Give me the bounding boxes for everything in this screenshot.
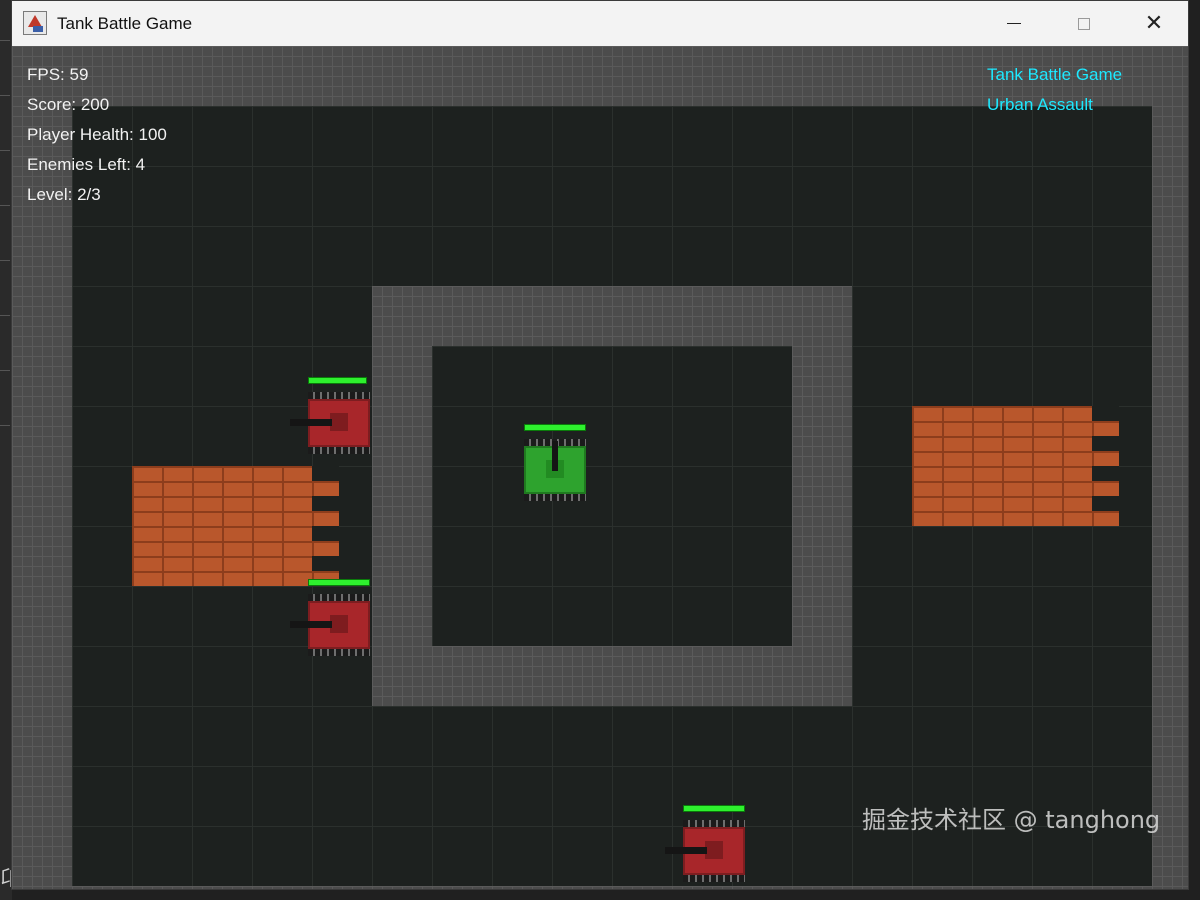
stone-wall-bottom: [372, 646, 852, 706]
brick-wall-right: [912, 406, 1119, 526]
hud-stats: FPS: 59 Score: 200 Player Health: 100 En…: [27, 60, 167, 210]
desktop-tick: [0, 95, 10, 96]
desktop-tick: [0, 40, 10, 41]
watermark: 掘金技术社区 @ tanghong: [862, 806, 1161, 834]
enemy-tank: [665, 805, 745, 882]
game-title: Tank Battle Game: [987, 65, 1123, 84]
tank-turret: [330, 615, 348, 633]
tank-tread: [683, 875, 745, 882]
tank-barrel: [290, 419, 332, 426]
fps-readout: FPS: 59: [27, 65, 89, 84]
desktop-tick: [0, 315, 10, 316]
brick-notch: [1092, 436, 1119, 451]
brick-notch: [312, 496, 339, 511]
desktop-tick: [0, 260, 10, 261]
window-title: Tank Battle Game: [57, 14, 193, 33]
stone-wall-right: [792, 346, 852, 646]
health-bar: [308, 579, 370, 586]
hud-title: Tank Battle Game Urban Assault: [987, 60, 1122, 120]
health-bar: [308, 377, 367, 384]
brick-wall-left: [132, 466, 339, 586]
tank-tread: [524, 494, 586, 501]
stage-name: Urban Assault: [987, 95, 1093, 114]
stone-wall-left: [372, 346, 432, 646]
game-window: Tank Battle Game ✕ FPS: 59 Score: 200 Pl…: [11, 0, 1189, 890]
tank-tread: [308, 447, 370, 454]
tank-barrel: [665, 847, 707, 854]
tank-tread: [308, 392, 370, 399]
tank-turret: [330, 413, 348, 431]
minimize-icon: [1007, 23, 1021, 24]
tank-barrel: [552, 441, 558, 471]
tank-barrel: [290, 621, 332, 628]
tank-tread: [308, 594, 370, 601]
desktop-tick: [0, 425, 10, 426]
score-readout: Score: 200: [27, 95, 110, 114]
player-tank: [524, 424, 586, 501]
brick-notch: [312, 556, 339, 571]
maximize-button[interactable]: [1061, 1, 1107, 46]
enemies-left-readout: Enemies Left: 4: [27, 155, 146, 174]
game-canvas[interactable]: FPS: 59 Score: 200 Player Health: 100 En…: [12, 46, 1188, 889]
minimize-button[interactable]: [991, 1, 1037, 46]
close-icon: ✕: [1144, 11, 1164, 36]
enemy-tank: [290, 579, 370, 656]
stone-wall-top: [372, 286, 852, 346]
brick-notch: [1092, 466, 1119, 481]
desktop-tick: [0, 150, 10, 151]
level-readout: Level: 2/3: [27, 185, 101, 204]
health-bar: [683, 805, 745, 812]
close-button[interactable]: ✕: [1131, 1, 1177, 46]
brick-notch: [312, 526, 339, 541]
desktop-tick: [0, 370, 10, 371]
brick-notch: [312, 466, 339, 481]
desktop-tick: [0, 205, 10, 206]
tank-tread: [308, 649, 370, 656]
health-bar: [524, 424, 586, 431]
brick-notch: [1092, 496, 1119, 511]
maximize-icon: [1078, 17, 1090, 30]
player-health-readout: Player Health: 100: [27, 125, 167, 144]
tank-turret: [705, 841, 723, 859]
tank-tread: [683, 820, 745, 827]
enemy-tank: [290, 377, 370, 454]
brick-notch: [1092, 406, 1119, 421]
title-bar[interactable]: Tank Battle Game ✕: [12, 1, 1188, 46]
app-icon[interactable]: [23, 11, 47, 35]
